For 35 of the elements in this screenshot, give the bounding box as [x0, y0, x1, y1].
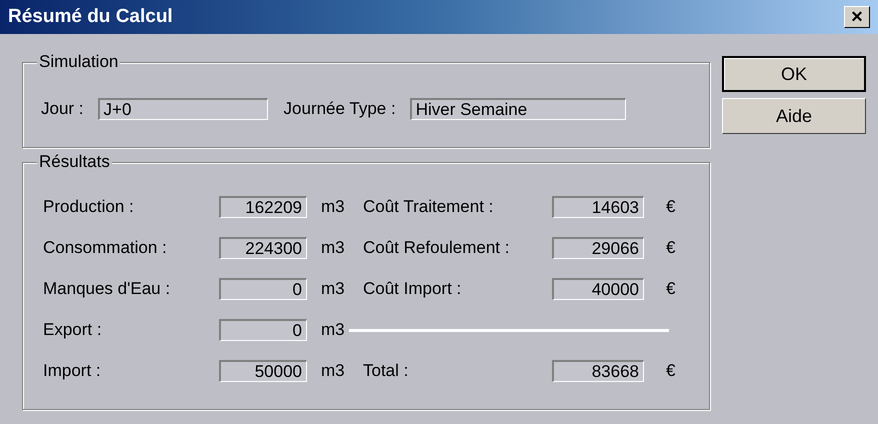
cost-label: Coût Refoulement :: [363, 237, 510, 260]
unit-label: m3: [321, 278, 346, 300]
result-label: Manques d'Eau :: [43, 278, 172, 300]
unit-label: m3: [321, 360, 346, 382]
result-label: Export :: [43, 319, 103, 342]
field-label: Journée Type :: [284, 98, 396, 120]
unit-label: m3: [321, 319, 346, 342]
cost-label: Coût Traitement :: [363, 196, 494, 218]
readonly-field: 0: [219, 278, 307, 300]
unit-label: m3: [321, 237, 346, 260]
readonly-field: 40000: [552, 278, 644, 300]
currency-label: €: [666, 278, 676, 300]
readonly-field: 162209: [219, 196, 307, 218]
readonly-field: 14603: [552, 196, 644, 218]
readonly-field: 29066: [552, 237, 644, 259]
cost-label: Total :: [363, 360, 410, 382]
result-label: Consommation :: [43, 237, 168, 260]
dialog-button[interactable]: OK: [722, 56, 866, 92]
dialog-button[interactable]: Aide: [722, 98, 866, 134]
currency-label: €: [666, 237, 676, 260]
readonly-field: Hiver Semaine: [410, 98, 626, 120]
readonly-field: 0: [219, 319, 307, 341]
field-label: Jour :: [41, 98, 84, 120]
currency-label: €: [666, 196, 676, 218]
cost-label: Coût Import :: [363, 278, 462, 300]
currency-label: €: [666, 360, 676, 382]
readonly-field: 83668: [552, 360, 644, 382]
result-label: Import :: [43, 360, 102, 382]
readonly-field: 50000: [219, 360, 307, 382]
readonly-field: 224300: [219, 237, 307, 259]
readonly-field: J+0: [98, 98, 268, 120]
close-button[interactable]: ×: [844, 6, 870, 28]
unit-label: m3: [321, 196, 346, 218]
window-title: Résumé du Calcul: [8, 4, 173, 29]
result-label: Production :: [43, 196, 135, 218]
